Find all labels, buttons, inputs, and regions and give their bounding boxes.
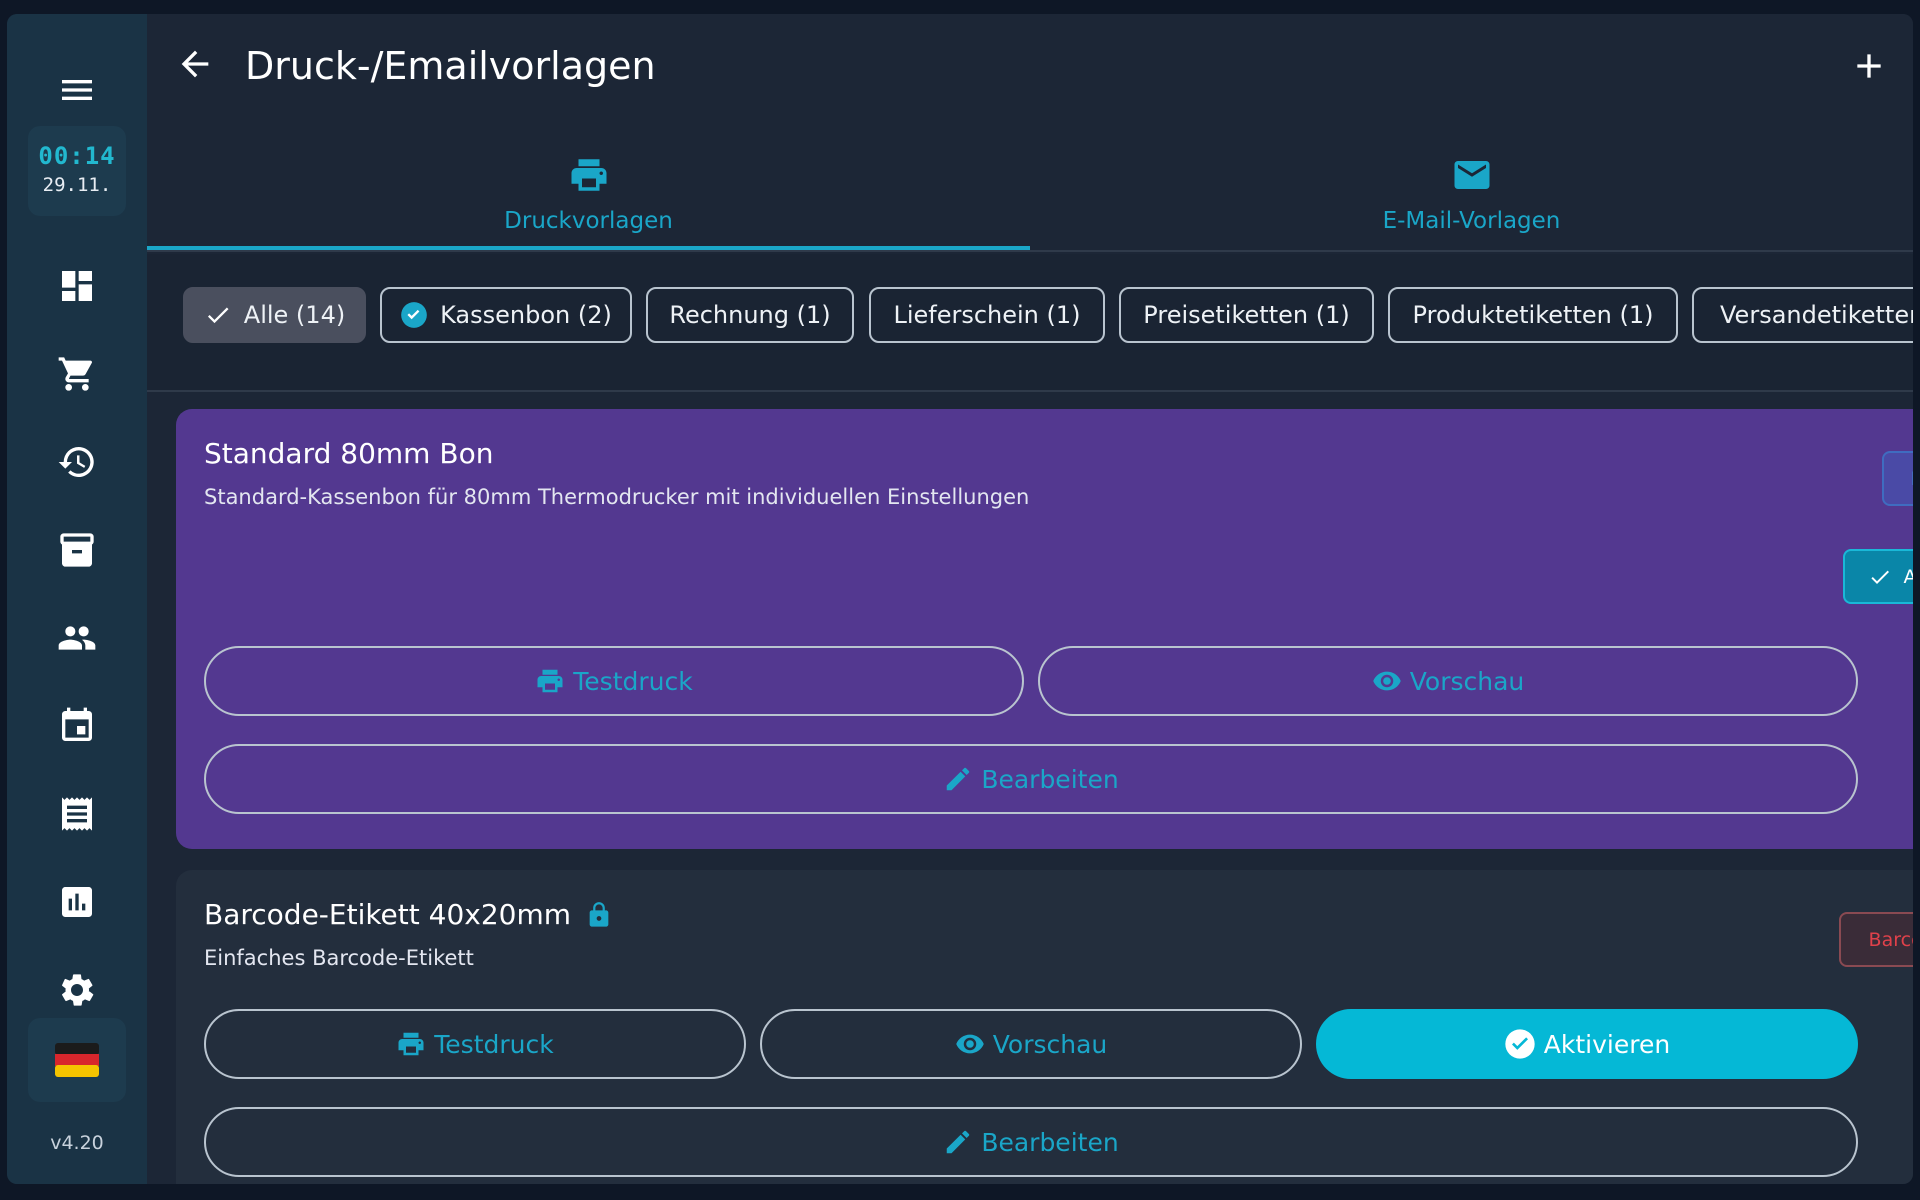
tab-label: E-Mail-Vorlagen bbox=[1382, 208, 1561, 234]
dashboard-icon[interactable] bbox=[7, 256, 147, 316]
receipt-icon[interactable] bbox=[7, 784, 147, 844]
back-arrow-icon[interactable] bbox=[175, 44, 215, 84]
calendar-icon[interactable] bbox=[7, 696, 147, 756]
chip-label: Produktetiketten (1) bbox=[1412, 301, 1654, 329]
chart-icon[interactable] bbox=[7, 872, 147, 932]
template-card-active: Standard 80mm Bon Standard-Kassenbon für… bbox=[176, 409, 1913, 849]
type-badge: Bon bbox=[1882, 451, 1913, 506]
sidebar: 00:14 29.11. v4.20 bbox=[7, 14, 147, 1184]
page-title: Druck-/Emailvorlagen bbox=[245, 44, 656, 88]
filter-chip-kassenbon[interactable]: Kassenbon (2) bbox=[380, 287, 632, 343]
filter-chip-lieferschein[interactable]: Lieferschein (1) bbox=[869, 287, 1105, 343]
cart-icon[interactable] bbox=[7, 344, 147, 404]
filter-chip-produktetiketten[interactable]: Produktetiketten (1) bbox=[1388, 287, 1678, 343]
archive-icon[interactable] bbox=[7, 520, 147, 580]
template-title-row: Barcode-Etikett 40x20mm bbox=[204, 898, 613, 931]
eye-icon bbox=[1372, 671, 1401, 691]
printer-icon bbox=[571, 159, 606, 191]
de-flag-icon bbox=[55, 1043, 99, 1077]
printer-icon bbox=[398, 1032, 424, 1056]
history-icon[interactable] bbox=[7, 432, 147, 492]
check-icon bbox=[207, 307, 229, 324]
settings-icon[interactable] bbox=[7, 960, 147, 1020]
button-label: Vorschau bbox=[1409, 666, 1525, 696]
pencil-icon bbox=[947, 1130, 970, 1154]
filter-chip-rechnung[interactable]: Rechnung (1) bbox=[646, 287, 854, 343]
button-label: Aktivieren bbox=[1543, 1029, 1671, 1059]
activate-button[interactable]: Aktivieren bbox=[1316, 1009, 1858, 1079]
check-icon bbox=[1870, 570, 1889, 584]
tab-label: Druckvorlagen bbox=[504, 208, 673, 234]
clock-date: 29.11. bbox=[42, 174, 112, 196]
lock-icon bbox=[589, 901, 609, 927]
edit-button[interactable]: Bearbeiten bbox=[204, 1107, 1858, 1177]
clock-time: 00:14 bbox=[38, 142, 116, 170]
chip-label: Versandetiketten bbox=[1720, 301, 1913, 329]
active-status-badge: Aktiv bbox=[1843, 549, 1913, 604]
filter-chip-versandetiketten[interactable]: Versandetiketten bbox=[1692, 287, 1913, 343]
template-card: Barcode-Etikett 40x20mm Einfaches Barcod… bbox=[176, 870, 1913, 1184]
app-window: 00:14 29.11. v4.20 Druck-/Emailvorlagen … bbox=[7, 14, 1913, 1184]
chip-label: Rechnung (1) bbox=[669, 301, 831, 329]
chip-label: Preisetiketten (1) bbox=[1143, 301, 1350, 329]
chip-label: Lieferschein (1) bbox=[893, 301, 1081, 329]
template-title: Barcode-Etikett 40x20mm bbox=[204, 898, 572, 931]
tab-email-vorlagen[interactable]: E-Mail-Vorlagen bbox=[1030, 134, 1913, 250]
edit-button[interactable]: Bearbeiten bbox=[204, 744, 1858, 814]
filter-chips: Alle (14) Kassenbon (2) Rechnung (1) Lie… bbox=[147, 254, 1913, 392]
tab-druckvorlagen[interactable]: Druckvorlagen bbox=[147, 134, 1030, 250]
template-title: Standard 80mm Bon bbox=[204, 437, 494, 470]
menu-icon[interactable] bbox=[7, 60, 147, 120]
button-label: Testdruck bbox=[434, 1029, 554, 1059]
people-icon[interactable] bbox=[7, 608, 147, 668]
button-label: Bearbeiten bbox=[981, 1127, 1119, 1157]
add-icon[interactable] bbox=[1849, 46, 1889, 86]
eye-icon bbox=[955, 1034, 984, 1054]
chip-label: Kassenbon (2) bbox=[440, 301, 612, 329]
preview-button[interactable]: Vorschau bbox=[760, 1009, 1302, 1079]
preview-button[interactable]: Vorschau bbox=[1038, 646, 1858, 716]
chip-label: Alle (14) bbox=[243, 301, 346, 329]
version-label: v4.20 bbox=[50, 1132, 104, 1154]
main-content: Druck-/Emailvorlagen Druckvorlagen E-Mai… bbox=[147, 14, 1913, 1184]
template-description: Einfaches Barcode-Etikett bbox=[204, 946, 474, 970]
filter-chip-alle[interactable]: Alle (14) bbox=[183, 287, 366, 343]
button-label: Vorschau bbox=[992, 1029, 1108, 1059]
check-circle-icon bbox=[1505, 1029, 1535, 1059]
check-circle-icon bbox=[401, 302, 427, 328]
clock-widget: 00:14 29.11. bbox=[28, 126, 126, 216]
tab-bar: Druckvorlagen E-Mail-Vorlagen bbox=[147, 134, 1913, 252]
filter-chip-preisetiketten[interactable]: Preisetiketten (1) bbox=[1119, 287, 1374, 343]
mail-icon bbox=[1454, 161, 1489, 189]
button-label: Testdruck bbox=[573, 666, 693, 696]
test-print-button[interactable]: Testdruck bbox=[204, 1009, 746, 1079]
type-badge: Barcode bbox=[1839, 912, 1913, 967]
template-description: Standard-Kassenbon für 80mm Thermodrucke… bbox=[204, 485, 1030, 509]
active-status-label: Aktiv bbox=[1903, 565, 1914, 588]
test-print-button[interactable]: Testdruck bbox=[204, 646, 1024, 716]
button-label: Bearbeiten bbox=[981, 764, 1119, 794]
top-bar: Druck-/Emailvorlagen bbox=[147, 14, 1913, 114]
pencil-icon bbox=[947, 767, 970, 791]
language-selector[interactable] bbox=[28, 1018, 126, 1102]
printer-icon bbox=[537, 669, 563, 693]
